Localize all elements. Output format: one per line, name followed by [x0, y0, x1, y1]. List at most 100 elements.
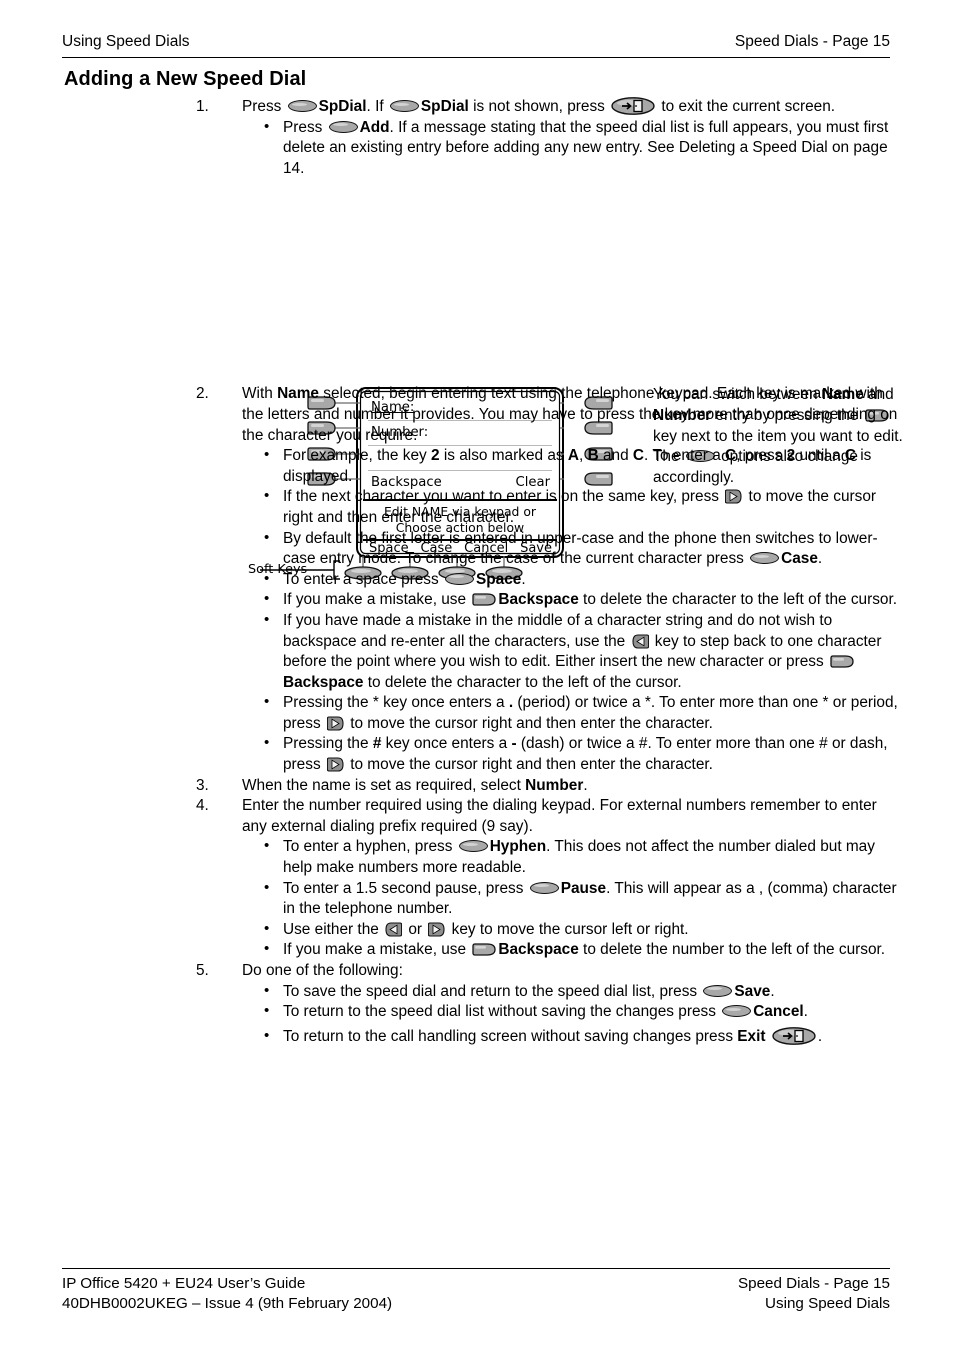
exit-key-icon — [772, 1026, 816, 1045]
t: selected, begin entering text using the … — [242, 385, 898, 444]
bullet-dot-icon: • — [264, 610, 270, 628]
bullet-dot-icon: • — [264, 693, 270, 711]
t: to delete the character to the left of t… — [578, 591, 898, 609]
t: To enter a 1.5 second pause, press — [283, 879, 528, 897]
bullet-text: If you make a mistake, use Backspace to … — [283, 940, 898, 961]
bullet-text: For example, the key 2 is also marked as… — [283, 446, 898, 487]
step-3-text: When the name is set as required, select… — [242, 776, 898, 797]
step-2-text: With Name selected, begin entering text … — [242, 384, 898, 446]
t: To save the speed dial and return to the… — [283, 982, 702, 1000]
letter-c-label: C — [632, 447, 645, 465]
footer-left-line-1: IP Office 5420 + EU24 User’s Guide — [62, 1275, 306, 1292]
t: To enter a hyphen, press — [283, 838, 457, 856]
page-header: Using Speed Dials Speed Dials - Page 15 — [62, 33, 890, 51]
bullet-text: To return to the call handling screen wi… — [283, 1026, 898, 1048]
t: Pressing the — [283, 735, 373, 753]
t: is not shown, press — [468, 98, 610, 115]
softkey-icon — [750, 552, 780, 565]
step-2-bullet-7: • Pressing the * key once enters a . (pe… — [260, 693, 898, 734]
document-page: Using Speed Dials Speed Dials - Page 15 … — [0, 0, 954, 1351]
t: to move the cursor right and then enter … — [345, 756, 713, 774]
bullet-text: To enter a 1.5 second pause, press Pause… — [283, 879, 898, 920]
step-5: 5. Do one of the following: • To save th… — [196, 961, 898, 1047]
step-1: 1. Press SpDial. If SpDial is not shown,… — [196, 97, 898, 179]
bullet-dot-icon: • — [264, 528, 270, 546]
t: . To enter a — [644, 447, 726, 465]
exit-key-icon — [611, 97, 655, 115]
cancel-label: Cancel — [753, 1003, 804, 1021]
step-4-bullets: • To enter a hyphen, press Hyphen. This … — [242, 837, 898, 961]
footer-right-line-1: Speed Dials - Page 15 — [738, 1275, 890, 1292]
step-2-bullet-1: • For example, the key 2 is also marked … — [260, 446, 898, 487]
letter-b-label: B — [587, 447, 599, 465]
t: If you make a mistake, use — [283, 941, 471, 959]
add-label: Add — [359, 118, 390, 136]
step-4-text: Enter the number required using the dial… — [242, 797, 877, 835]
bullet-dot-icon: • — [264, 1002, 270, 1020]
step-1-text: Press SpDial. If SpDial is not shown, pr… — [242, 97, 898, 118]
bullet-dot-icon: • — [264, 1026, 270, 1044]
bullet-text: If you make a mistake, use Backspace to … — [283, 590, 898, 611]
display-key-icon — [472, 943, 496, 957]
t: If you make a mistake, use — [283, 591, 471, 609]
bullet-dot-icon: • — [264, 117, 270, 135]
t: key once enters a — [381, 735, 512, 753]
spdial-label: SpDial — [420, 98, 469, 115]
t: . — [770, 982, 775, 1000]
t: . If — [366, 98, 388, 115]
bullet-dot-icon: • — [264, 837, 270, 855]
step-3: 3. When the name is set as required, sel… — [196, 776, 898, 797]
letter-c-label: C — [844, 447, 856, 465]
step-4: 4. Enter the number required using the d… — [196, 796, 898, 961]
softkey-icon — [458, 840, 488, 853]
step-4-bullet-4: • If you make a mistake, use Backspace t… — [260, 940, 898, 961]
t: is also marked as — [439, 447, 568, 465]
bullet-text: If the next character you want to enter … — [283, 487, 898, 528]
footer-right: Speed Dials - Page 15 Using Speed Dials — [738, 1274, 890, 1314]
spdial-label: SpDial — [318, 98, 367, 115]
bullet-dot-icon: • — [264, 940, 270, 958]
bullet-text: By default the first letter is entered i… — [283, 529, 898, 570]
display-key-icon — [830, 655, 854, 668]
bullet-text: Pressing the # key once enters a - (dash… — [283, 734, 898, 775]
bullet-text: Pressing the * key once enters a . (peri… — [283, 693, 898, 734]
footer-right-line-2: Using Speed Dials — [765, 1295, 890, 1312]
bullet-dot-icon: • — [264, 487, 270, 505]
bullet-text: To enter a hyphen, press Hyphen. This do… — [283, 837, 898, 878]
backspace-label: Backspace — [283, 673, 364, 691]
step-2-number: 2. — [196, 385, 209, 403]
bullet-text: To save the speed dial and return to the… — [283, 982, 898, 1003]
step-1-bullets: • Press Add. If a message stating that t… — [242, 118, 898, 180]
page-title: Adding a New Speed Dial — [64, 68, 307, 90]
letter-a-label: A — [567, 447, 579, 465]
t: and — [598, 447, 633, 465]
t: To return to the call handling screen wi… — [283, 1027, 738, 1045]
t: Pressing the * key once enters a — [283, 694, 509, 712]
t: to move the cursor right and then enter … — [345, 714, 713, 732]
bullet-text: To return to the speed dial list without… — [283, 1002, 898, 1023]
step-2-bullet-2: • If the next character you want to ente… — [260, 487, 898, 528]
left-arrow-key-icon — [631, 633, 649, 650]
t: . — [817, 1027, 823, 1045]
bullet-text: Press Add. If a message stating that the… — [283, 118, 898, 180]
instruction-body: 1. Press SpDial. If SpDial is not shown,… — [0, 95, 954, 1047]
hyphen-label: Hyphen — [489, 838, 547, 856]
t: . — [521, 570, 526, 588]
step-2-bullet-8: • Pressing the # key once enters a - (da… — [260, 734, 898, 775]
step-2-bullets: • For example, the key 2 is also marked … — [242, 446, 898, 776]
case-label: Case — [781, 550, 818, 568]
bullet-dot-icon: • — [264, 734, 270, 752]
key-2-label: 2 — [786, 447, 796, 465]
step-4-bullet-3: • Use either the or key to move the curs… — [260, 920, 898, 941]
bullet-dot-icon: • — [264, 569, 270, 587]
footer-left: IP Office 5420 + EU24 User’s Guide 40DHB… — [62, 1274, 392, 1314]
page-footer: IP Office 5420 + EU24 User’s Guide 40DHB… — [62, 1274, 890, 1314]
step-1-bullet-1: • Press Add. If a message stating that t… — [260, 118, 898, 180]
t: . — [817, 550, 823, 568]
footer-left-line-2: 40DHB0002UKEG – Issue 4 (9th February 20… — [62, 1295, 393, 1312]
step-2-bullet-4: • To enter a space press Space. — [260, 570, 898, 591]
t: If the next character you want to enter … — [283, 488, 724, 506]
right-arrow-key-icon — [428, 921, 445, 938]
footer-rule — [62, 1268, 890, 1269]
step-5-bullet-1: • To save the speed dial and return to t… — [260, 982, 898, 1003]
